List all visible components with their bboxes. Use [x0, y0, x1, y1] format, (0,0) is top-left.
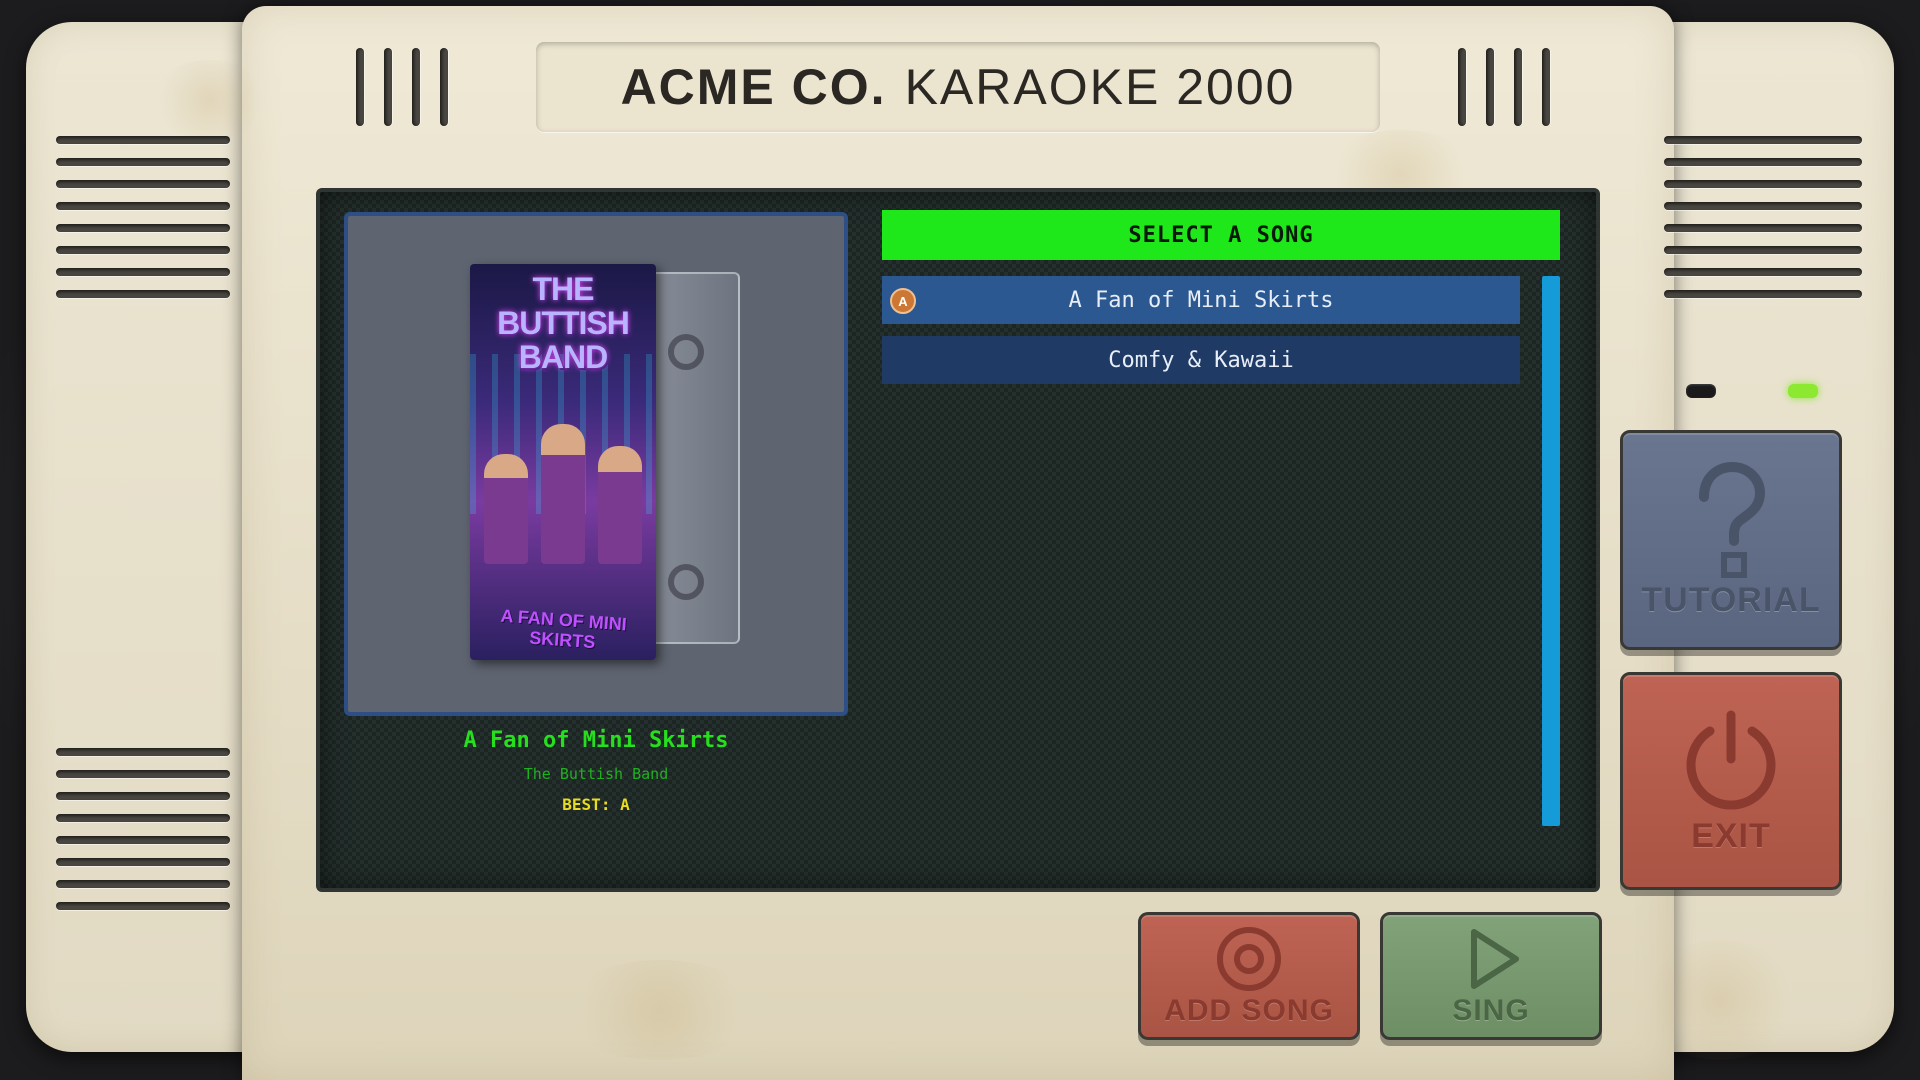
add-song-button[interactable]: ADD SONG	[1138, 912, 1360, 1040]
album-cover-frame: THE BUTTISH BAND A FAN OF MINI SKIRTS	[344, 212, 848, 716]
now-playing-artist: The Buttish Band	[523, 765, 669, 783]
left-top-speaker-grille	[56, 136, 230, 312]
question-mark-icon	[1699, 461, 1766, 578]
device-brand: ACME CO.	[620, 59, 887, 115]
record-icon	[1217, 927, 1281, 991]
tutorial-button[interactable]: TUTORIAL	[1620, 430, 1842, 650]
exit-button[interactable]: EXIT	[1620, 672, 1842, 890]
left-bottom-speaker-grille	[56, 748, 230, 924]
stain	[150, 60, 270, 140]
stain	[1640, 940, 1800, 1060]
status-led-right	[1788, 384, 1818, 398]
cover-title: THE BUTTISH BAND	[497, 271, 630, 375]
best-score: BEST: A	[562, 795, 630, 814]
cover-subtitle: A FAN OF MINI SKIRTS	[499, 605, 628, 653]
add-song-label: ADD SONG	[1164, 994, 1334, 1027]
device-title-plate: ACME CO. KARAOKE 2000	[536, 42, 1380, 132]
grade-badge: A	[890, 288, 916, 314]
album-cover-art: THE BUTTISH BAND A FAN OF MINI SKIRTS	[470, 264, 656, 660]
tutorial-label: TUTORIAL	[1641, 580, 1821, 619]
song-list-scrollbar[interactable]	[1542, 276, 1560, 826]
song-title: Comfy & Kawaii	[1108, 347, 1294, 373]
song-list-item[interactable]: Comfy & Kawaii	[882, 336, 1520, 384]
sing-label: SING	[1452, 994, 1530, 1027]
sing-button[interactable]: SING	[1380, 912, 1602, 1040]
device-model: KARAOKE 2000	[904, 59, 1296, 115]
exit-label: EXIT	[1691, 816, 1771, 855]
play-icon	[1471, 929, 1519, 989]
stain	[560, 960, 760, 1060]
song-list-header: SELECT A SONG	[882, 210, 1560, 260]
band-illustration	[484, 414, 642, 564]
song-list-item[interactable]: A A Fan of Mini Skirts	[882, 276, 1520, 324]
top-right-vent	[1458, 48, 1550, 126]
status-led-left	[1686, 384, 1716, 398]
song-title: A Fan of Mini Skirts	[1068, 287, 1334, 313]
power-icon	[1686, 710, 1776, 810]
top-left-vent	[356, 48, 448, 126]
right-speaker-grille	[1664, 136, 1862, 312]
now-playing-title: A Fan of Mini Skirts	[463, 728, 729, 753]
cassette-case: THE BUTTISH BAND A FAN OF MINI SKIRTS	[470, 264, 740, 660]
